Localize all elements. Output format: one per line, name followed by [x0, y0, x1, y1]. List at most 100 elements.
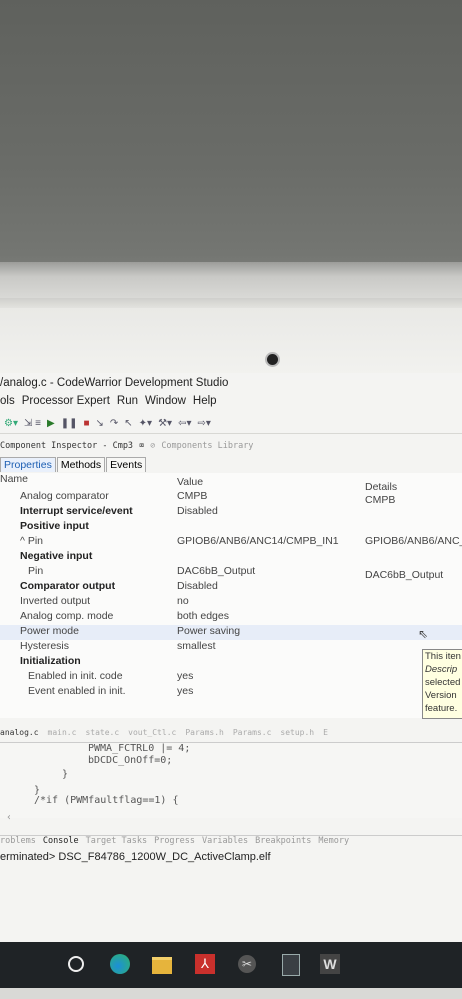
property-name: Analog comparator [20, 490, 109, 502]
tab-setup-h[interactable]: setup.h [280, 728, 314, 742]
property-value[interactable]: both edges [177, 610, 229, 622]
word-icon[interactable]: W [318, 952, 342, 976]
code-editor[interactable]: PWMA_FCTRL0 |= 4; bDCDC_OnOff=0; } } /*i… [0, 743, 462, 823]
tab-vout-ctl-c[interactable]: vout_Ctl.c [128, 728, 176, 742]
property-row[interactable]: Enabled in init. code yes [0, 670, 462, 685]
tab-main-c[interactable]: main.c [48, 728, 77, 742]
property-name: Analog comp. mode [20, 610, 114, 622]
property-value[interactable]: no [177, 595, 189, 607]
property-tooltip: This iten Descrip selected Version featu… [422, 649, 462, 719]
scroll-left-icon[interactable]: ‹ [6, 812, 12, 823]
step-return-icon[interactable]: ↖ [124, 418, 132, 429]
header-name[interactable]: Name [0, 473, 28, 485]
tab-components-library[interactable]: Components Library [161, 441, 253, 451]
console-tabs: roblems Console Target Tasks Progress Va… [0, 835, 462, 850]
menu-run[interactable]: Run [117, 395, 138, 413]
nav-forward-icon[interactable]: ⇨▾ [197, 418, 210, 429]
pin-icon[interactable]: ⇲ ≡ [24, 418, 41, 429]
property-row[interactable]: Initialization [0, 655, 462, 670]
tab-component-inspector[interactable]: Component Inspector - Cmp3 [0, 441, 133, 451]
build-icon[interactable]: ⚒▾ [158, 418, 172, 429]
property-row-selected[interactable]: Power mode Power saving ⇖ [0, 625, 462, 641]
stop-icon[interactable]: ■ [83, 418, 89, 429]
property-row[interactable]: Hysteresis smallest [0, 640, 462, 655]
tab-memory[interactable]: Memory [318, 836, 349, 850]
step-into-icon[interactable]: ↘ [96, 418, 104, 429]
property-row[interactable]: Positive input [0, 520, 462, 535]
menu-tools[interactable]: ols [0, 395, 15, 413]
property-value[interactable]: CMPB [177, 490, 207, 502]
code-line: PWMA_FCTRL0 |= 4; [88, 743, 191, 754]
run-icon[interactable]: ▶ [47, 418, 55, 429]
menu-window[interactable]: Window [145, 395, 186, 413]
view-tabs: Component Inspector - Cmp3 ⌧ ⊘ Component… [0, 437, 253, 455]
property-row[interactable]: Analog comparator CMPB CMPB [0, 490, 462, 506]
tab-params-c[interactable]: Params.c [233, 728, 272, 742]
file-explorer-icon[interactable] [150, 952, 174, 976]
tab-state-c[interactable]: state.c [85, 728, 119, 742]
acrobat-icon[interactable]: ⅄ [193, 952, 217, 976]
tab-console[interactable]: Console [43, 836, 79, 850]
property-value[interactable]: Disabled [177, 505, 218, 517]
property-name: Hysteresis [20, 640, 70, 652]
snipping-tool-icon[interactable]: ✂ [235, 952, 259, 976]
tab-variables[interactable]: Variables [202, 836, 248, 850]
property-row[interactable]: Negative input [0, 550, 462, 565]
external-tools-icon[interactable]: ✦▾ [139, 418, 152, 429]
tooltip-line: This iten [425, 651, 461, 662]
tab-properties[interactable]: Properties [0, 457, 56, 472]
property-details: GPIOB6/ANB6/ANC_ [365, 535, 462, 547]
suspend-icon[interactable]: ❚❚ [61, 418, 78, 429]
property-name: ^ Pin [20, 535, 44, 547]
tab-analog-c[interactable]: analog.c [0, 728, 39, 742]
property-row[interactable]: Interrupt service/event Disabled [0, 505, 462, 520]
menu-help[interactable]: Help [193, 395, 217, 413]
tab-progress[interactable]: Progress [154, 836, 195, 850]
tooltip-line: Version [425, 690, 457, 701]
window-title: /analog.c - CodeWarrior Development Stud… [0, 377, 229, 389]
property-value[interactable]: GPIOB6/ANB6/ANC14/CMPB_IN1 [177, 535, 339, 547]
calculator-icon[interactable] [278, 952, 302, 976]
tab-events[interactable]: Events [106, 457, 147, 472]
property-name: Enabled in init. code [28, 670, 123, 682]
property-row[interactable]: Pin DAC6bB_Output DAC6bB_Output [0, 565, 462, 581]
close-icon[interactable]: ⌧ [139, 441, 144, 451]
code-line: /*if (PWMfaultflag==1) { [34, 795, 179, 806]
components-library-icon: ⊘ [150, 441, 156, 451]
property-value[interactable]: DAC6bB_Output [177, 565, 255, 577]
property-group-label: Negative input [20, 550, 93, 562]
cortana-circle-icon[interactable] [64, 952, 88, 976]
property-value[interactable]: yes [177, 685, 193, 697]
editor-tabs: analog.c main.c state.c vout_Ctl.c Param… [0, 728, 462, 743]
property-row[interactable]: ^ Pin GPIOB6/ANB6/ANC14/CMPB_IN1 GPIOB6/… [0, 535, 462, 550]
tab-methods[interactable]: Methods [56, 457, 106, 472]
property-value[interactable]: yes [177, 670, 193, 682]
property-value[interactable]: Power saving [177, 625, 240, 637]
menu-processor-expert[interactable]: Processor Expert [22, 395, 110, 413]
tab-target-tasks[interactable]: Target Tasks [86, 836, 147, 850]
step-over-icon[interactable]: ↷ [110, 418, 118, 429]
tooltip-line: selected [425, 677, 461, 688]
tab-more[interactable]: E [323, 728, 328, 742]
debug-icon[interactable]: ⚙▾ [4, 418, 18, 429]
property-row[interactable]: Event enabled in init. yes [0, 685, 462, 700]
property-name: Power mode [20, 625, 79, 637]
property-value[interactable]: Disabled [177, 580, 218, 592]
properties-tabs: Properties Methods Events [0, 455, 147, 472]
grid-header: Name Value Details [0, 473, 462, 493]
menu-bar: ols Processor Expert Run Window Help [0, 395, 217, 413]
nav-back-icon[interactable]: ⇦▾ [178, 418, 191, 429]
property-value[interactable]: smallest [177, 640, 216, 652]
property-name: Inverted output [20, 595, 91, 607]
monitor-bezel [0, 308, 462, 376]
property-row[interactable]: Comparator output Disabled [0, 580, 462, 595]
monitor-bottom-bezel [0, 988, 462, 999]
property-row[interactable]: Analog comp. mode both edges [0, 610, 462, 625]
tab-breakpoints[interactable]: Breakpoints [255, 836, 311, 850]
tab-params-h[interactable]: Params.h [185, 728, 224, 742]
tab-problems[interactable]: roblems [0, 836, 36, 850]
header-value[interactable]: Value [177, 476, 203, 488]
property-row[interactable]: Inverted output no [0, 595, 462, 610]
edge-browser-icon[interactable] [108, 952, 132, 976]
property-group-label: Initialization [20, 655, 81, 667]
